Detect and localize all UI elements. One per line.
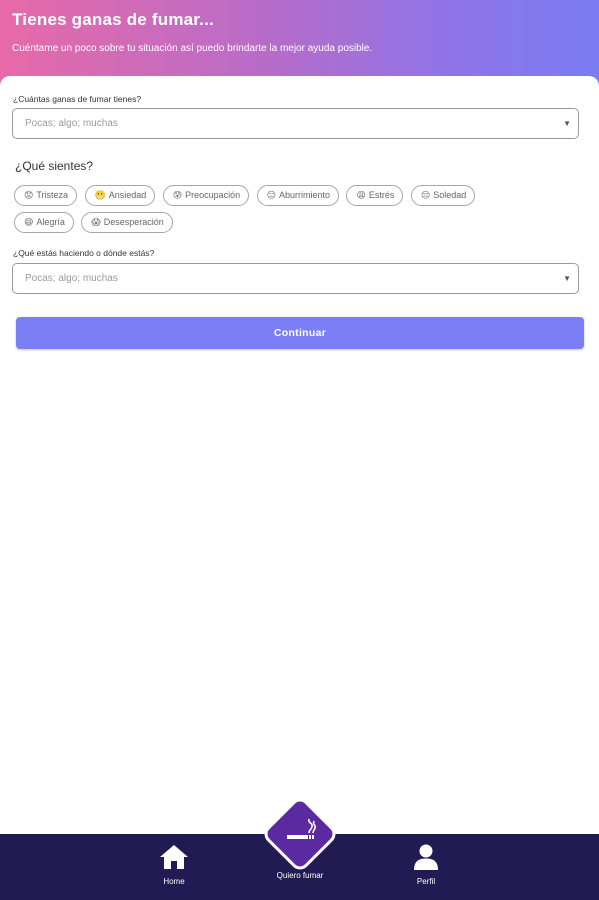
chevron-down-icon: ▼ bbox=[563, 274, 571, 283]
page-title: Tienes ganas de fumar... bbox=[12, 10, 214, 29]
smoking-icon bbox=[287, 818, 316, 839]
chip-label: Aburrimiento bbox=[279, 190, 331, 200]
chevron-down-icon: ▼ bbox=[563, 119, 571, 128]
nav-home-label: Home bbox=[163, 877, 185, 886]
chip-label: Tristeza bbox=[36, 190, 69, 200]
chip-label: Ansiedad bbox=[108, 190, 147, 200]
chip-label: Alegría bbox=[36, 217, 65, 227]
sad-face-icon: 😟 bbox=[24, 190, 34, 200]
lonely-face-icon: 😔 bbox=[420, 190, 431, 200]
stressed-face-icon: 😩 bbox=[356, 190, 366, 200]
chip-desesperacion[interactable]: 😱 Desesperación bbox=[81, 212, 173, 233]
worried-face-icon: 😰 bbox=[172, 190, 183, 200]
chip-ansiedad[interactable]: 😬 Ansiedad bbox=[84, 185, 156, 206]
grimace-face-icon: 😬 bbox=[94, 190, 106, 200]
craving-select[interactable]: Pocas; algo; muchas ▼ bbox=[12, 108, 579, 139]
user-icon bbox=[414, 844, 438, 870]
feelings-chip-group: 😟 Tristeza 😬 Ansiedad 😰 Preocupación 😑 Aburr… bbox=[14, 185, 544, 239]
screaming-face-icon: 😱 bbox=[91, 217, 101, 227]
home-icon bbox=[160, 845, 188, 869]
chip-label: Estrés bbox=[368, 190, 395, 200]
chip-label: Soledad bbox=[433, 190, 467, 200]
chip-estres[interactable]: 😩 Estrés bbox=[346, 185, 404, 206]
activity-select[interactable]: Pocas; algo; muchas ▼ bbox=[12, 263, 579, 294]
chip-soledad[interactable]: 😔 Soledad bbox=[410, 185, 476, 206]
chip-tristeza[interactable]: 😟 Tristeza bbox=[14, 185, 78, 206]
chip-alegria[interactable]: 😄 Alegría bbox=[14, 212, 74, 233]
activity-placeholder: Pocas; algo; muchas bbox=[25, 273, 118, 284]
craving-placeholder: Pocas; algo; muchas bbox=[25, 118, 118, 129]
bored-face-icon: 😑 bbox=[266, 190, 276, 200]
chip-aburrimiento[interactable]: 😑 Aburrimiento bbox=[256, 185, 340, 206]
page-subtitle: Cuéntame un poco sobre tu situación así … bbox=[12, 43, 373, 54]
chip-label: Desesperación bbox=[103, 217, 164, 227]
craving-label: ¿Cuántas ganas de fumar tienes? bbox=[13, 94, 142, 104]
nav-item-home[interactable]: Home bbox=[134, 844, 214, 886]
nav-quiero-fumar-label: Quiero fumar bbox=[276, 871, 324, 880]
nav-item-profile[interactable]: Perfil bbox=[386, 844, 466, 886]
nav-profile-label: Perfil bbox=[416, 877, 436, 886]
happy-face-icon: 😄 bbox=[24, 217, 34, 227]
chip-label: Preocupación bbox=[185, 190, 241, 200]
chip-preocupacion[interactable]: 😰 Preocupación bbox=[162, 185, 250, 206]
form-card: ¿Cuántas ganas de fumar tienes? Pocas; a… bbox=[0, 76, 599, 836]
continue-button[interactable]: Continuar bbox=[16, 317, 584, 349]
feelings-title: ¿Qué sientes? bbox=[15, 159, 94, 173]
activity-label: ¿Qué estás haciendo o dónde estás? bbox=[13, 248, 155, 258]
